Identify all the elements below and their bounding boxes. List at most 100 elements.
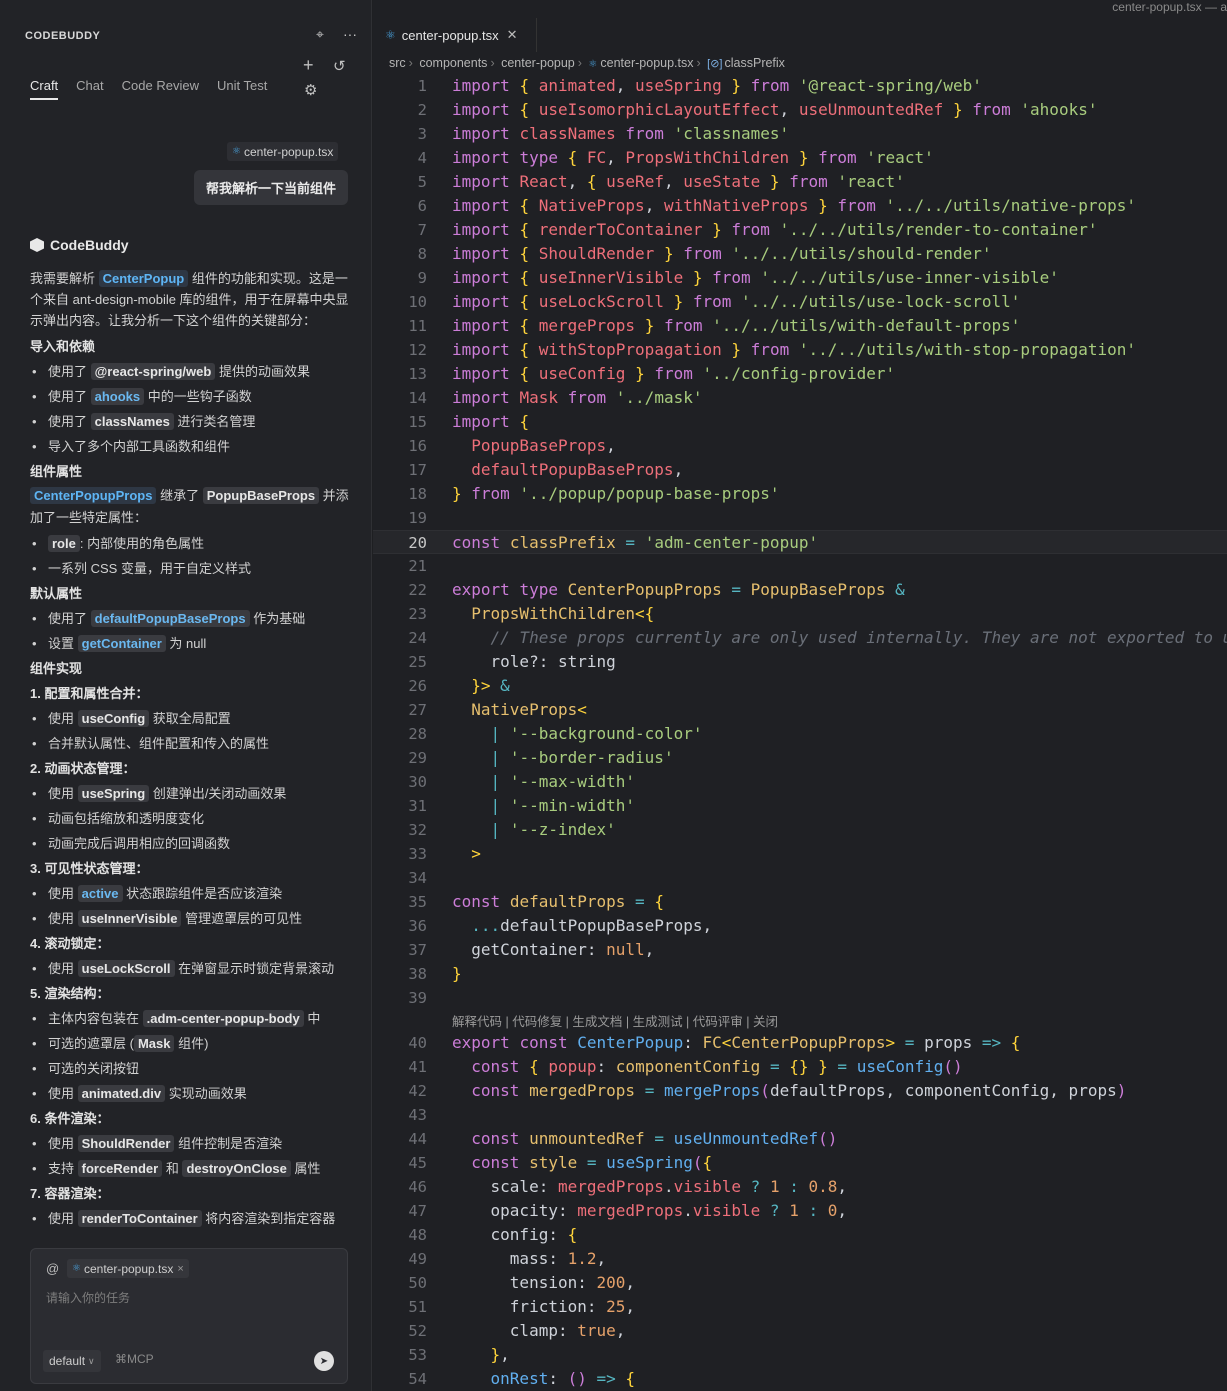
list-item: 使用了 ahooks 中的一些钩子函数 — [30, 384, 350, 409]
breadcrumb-item[interactable]: classPrefix — [725, 56, 785, 70]
bot-response: 我需要解析 CenterPopup 组件的功能和实现。这是一个来自 ant-de… — [30, 268, 350, 1231]
code-line: 14 import Mask from '../mask' — [408, 388, 703, 407]
mcp-button[interactable]: ⌘MCP — [115, 1352, 154, 1366]
chevron-right-icon: › — [408, 56, 413, 70]
list-item: 使用了 defaultPopupBaseProps 作为基础 — [30, 606, 350, 631]
close-tab-icon[interactable]: ✕ — [507, 27, 518, 43]
section-heading: 导入和依赖 — [30, 339, 96, 354]
settings-icon[interactable]: ⚙ — [304, 81, 317, 99]
more-actions-icon[interactable]: ··· — [343, 26, 357, 42]
subsection-heading: 3. 可见性状态管理： — [30, 861, 149, 876]
code-line: 16 PopupBaseProps, — [408, 436, 616, 455]
context-file-chip[interactable]: ⚛ center-popup.tsx × — [67, 1259, 189, 1278]
code-line: 40 export const CenterPopup: FC<CenterPop… — [408, 1033, 1021, 1052]
code-line: 19 — [408, 509, 427, 527]
subsection-heading: 7. 容器渲染： — [30, 1186, 110, 1201]
code-line: 27 NativeProps< — [408, 700, 587, 719]
list-item: 使用 renderToContainer 将内容渲染到指定容器 — [30, 1206, 350, 1231]
code-line: 38} — [408, 964, 462, 983]
tab-chat[interactable]: Chat — [76, 78, 103, 100]
code-line: 42 const mergedProps = mergeProps(defaul… — [408, 1081, 1127, 1100]
code-line: 9 import { useInnerVisible } from '../../… — [417, 268, 1059, 287]
list-item: 设置 getContainer 为 null — [30, 631, 350, 656]
plug-icon: ⌘ — [115, 1352, 127, 1366]
code-line: 4 import type { FC, PropsWithChildren } f… — [417, 148, 934, 167]
code-line: 10 import { useLockScroll } from '../../u… — [408, 292, 1021, 311]
code-editor: center-popup.tsx — a ⚛ center-popup.tsx … — [373, 0, 1227, 1391]
code-line: 30 | '--max-width' — [408, 772, 636, 791]
code-line: 24 // These props currently are only use… — [408, 628, 1227, 647]
code-line: 23 PropsWithChildren<{ — [408, 604, 655, 623]
list-item: 使用 useSpring 创建弹出/关闭动画效果 — [30, 781, 350, 806]
code-line: 7 import { renderToContainer } from '../.… — [417, 220, 1098, 239]
chevron-right-icon: › — [490, 56, 495, 70]
list-item: 使用 active 状态跟踪组件是否应该渲染 — [30, 881, 350, 906]
subsection-heading: 5. 渲染结构： — [30, 986, 110, 1001]
list-item: 可选的遮罩层 (Mask 组件) — [30, 1031, 350, 1056]
list-item: 合并默认属性、组件配置和传入的属性 — [30, 731, 350, 756]
list-item: role: 内部使用的角色属性 — [30, 531, 350, 556]
window-title: center-popup.tsx — a — [1112, 0, 1227, 14]
code-line: 18} from '../popup/popup-base-props' — [408, 484, 780, 503]
code-line: 33 > — [408, 844, 481, 863]
codebuddy-sidebar: CODEBUDDY ⌖ ··· Craft Chat Code Review U… — [0, 0, 372, 1391]
list-item: 使用 useInnerVisible 管理遮罩层的可见性 — [30, 906, 350, 931]
breadcrumb-item[interactable]: src — [389, 56, 406, 70]
section-heading: 组件属性 — [30, 464, 83, 479]
variable-icon: [⊘] — [707, 58, 723, 70]
code-lens-actions[interactable]: 解释代码 | 代码修复 | 生成文档 | 生成测试 | 代码评审 | 关闭 — [373, 1010, 1227, 1031]
list-item: 动画包括缩放和透明度变化 — [30, 806, 350, 831]
breadcrumb: src › components › center-popup › ⚛ center-p… — [389, 56, 785, 70]
task-input[interactable]: 请输入你的任务 — [46, 1289, 130, 1306]
code-line: 54 onRest: () => { — [408, 1369, 636, 1388]
code-line: 36 ...defaultPopupBaseProps, — [408, 916, 713, 935]
props-paragraph: CenterPopupProps 继承了 PopupBaseProps 并添加了… — [30, 487, 349, 525]
code-line: 28 | '--background-color' — [408, 724, 703, 743]
send-button[interactable]: ➤ — [314, 1351, 334, 1371]
history-icon[interactable]: ↺ — [333, 57, 346, 75]
editor-tab-center-popup[interactable]: ⚛ center-popup.tsx ✕ — [373, 18, 537, 52]
user-context-file-chip[interactable]: ⚛ center-popup.tsx — [227, 142, 339, 161]
code-line: 35 const defaultProps = { — [408, 892, 664, 911]
tab-unit-test[interactable]: Unit Test — [217, 78, 267, 100]
tab-code-review[interactable]: Code Review — [122, 78, 199, 100]
code-line: 51 friction: 25, — [408, 1297, 636, 1316]
breadcrumb-item[interactable]: components — [419, 56, 487, 70]
code-line: 6 import { NativeProps, withNativeProps }… — [417, 196, 1136, 215]
list-item: 使用了 classNames 进行类名管理 — [30, 409, 350, 434]
code-line: 41 const { popup: componentConfig = {} }… — [408, 1057, 963, 1076]
react-icon: ⚛ — [72, 1263, 81, 1274]
code-line: 13 import { useConfig } from '../config-p… — [408, 364, 896, 383]
mode-select[interactable]: default ∨ — [43, 1350, 101, 1372]
code-line: 21 — [408, 557, 427, 575]
list-item: 导入了多个内部工具函数和组件 — [30, 434, 350, 459]
code-line: 29 | '--border-radius' — [408, 748, 674, 767]
code-line: 17 defaultPopupBaseProps, — [408, 460, 684, 479]
code-line: 2 import { useIsomorphicLayoutEffect, use… — [417, 100, 1098, 119]
code-line: 25 role?: string — [408, 652, 616, 671]
code-line: 53 }, — [408, 1345, 510, 1364]
code-line: 49 mass: 1.2, — [408, 1249, 607, 1268]
new-chat-icon[interactable]: + — [303, 55, 314, 76]
subsection-heading: 4. 滚动锁定： — [30, 936, 110, 951]
extensions-icon[interactable]: ⌖ — [316, 26, 324, 43]
breadcrumb-item[interactable]: center-popup.tsx — [600, 56, 693, 70]
intro-paragraph: 我需要解析 CenterPopup 组件的功能和实现。这是一个来自 ant-de… — [30, 270, 349, 328]
code-line: 1 import { animated, useSpring } from '@r… — [417, 76, 982, 95]
task-input-box[interactable]: @ ⚛ center-popup.tsx × 请输入你的任务 default ∨… — [30, 1248, 348, 1384]
list-item: 一系列 CSS 变量，用于自定义样式 — [30, 556, 350, 581]
breadcrumb-item[interactable]: center-popup — [501, 56, 575, 70]
remove-chip-icon[interactable]: × — [177, 1263, 183, 1275]
code-line: 15 import { — [408, 412, 530, 431]
subsection-heading: 2. 动画状态管理： — [30, 761, 136, 776]
code-line: 11 import { mergeProps } from '../../util… — [408, 316, 1021, 335]
list-item: 使用 useConfig 获取全局配置 — [30, 706, 350, 731]
list-item: 可选的关闭按钮 — [30, 1056, 350, 1081]
tab-craft[interactable]: Craft — [30, 78, 59, 100]
sidebar-title: CODEBUDDY — [25, 30, 101, 42]
code-area[interactable]: 1 import { animated, useSpring } from '@r… — [373, 74, 1227, 1391]
code-line: 5 import React, { useRef, useState } from… — [417, 172, 905, 191]
mention-button[interactable]: @ — [46, 1261, 59, 1276]
code-line-current: 20 const classPrefix = 'adm-center-popup' — [373, 530, 1227, 554]
chevron-down-icon: ∨ — [88, 1355, 95, 1366]
